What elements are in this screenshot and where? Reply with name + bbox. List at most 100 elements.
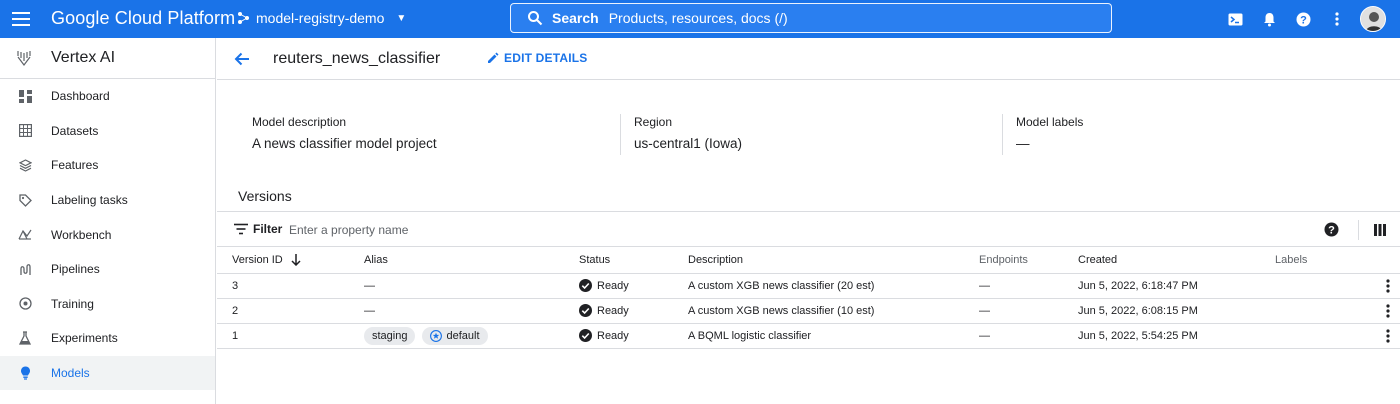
model-description-field: Model description A news classifier mode…: [252, 115, 437, 155]
more-vert-icon[interactable]: [1378, 301, 1398, 321]
status-cell: Ready: [579, 273, 688, 299]
top-app-bar: Google Cloud Platform model-registry-dem…: [0, 0, 1400, 38]
created-cell: Jun 5, 2022, 6:08:15 PM: [1078, 298, 1275, 324]
features-icon: [17, 157, 33, 173]
star-badge-icon: [430, 329, 443, 342]
sidebar-item-training[interactable]: Training: [0, 287, 215, 322]
chevron-down-icon: ▼: [396, 12, 407, 24]
alias-chip-default[interactable]: default: [422, 326, 488, 345]
filter-input[interactable]: [289, 221, 589, 239]
status-cell: Ready: [579, 323, 688, 349]
pipelines-icon: [17, 261, 33, 277]
status-text: Ready: [597, 304, 629, 317]
search-label: Search: [552, 10, 599, 26]
sidebar-title: Vertex AI: [51, 49, 116, 66]
divider: [1002, 114, 1003, 155]
alias-cell: —: [364, 273, 579, 299]
search-icon: [528, 11, 543, 26]
workbench-icon: [17, 227, 33, 243]
cloud-shell-icon[interactable]: [1218, 4, 1252, 34]
datasets-icon: [17, 123, 33, 139]
hamburger-menu-icon[interactable]: [12, 8, 34, 30]
version-id-cell[interactable]: 2: [217, 298, 364, 324]
sidebar-item-label: Experiments: [51, 331, 118, 346]
more-vert-icon[interactable]: [1378, 326, 1398, 346]
divider: [620, 114, 621, 155]
endpoints-cell: —: [979, 323, 1078, 349]
column-display-icon[interactable]: [1373, 223, 1387, 237]
page-header: reuters_news_classifier EDIT DETAILS: [217, 38, 1400, 80]
table-row[interactable]: 1 staging default Ready A BQML logistic c…: [217, 323, 1400, 349]
description-cell: A BQML logistic classifier: [688, 323, 979, 349]
status-text: Ready: [597, 329, 629, 342]
description-cell: A custom XGB news classifier (20 est): [688, 273, 979, 299]
main-content: reuters_news_classifier EDIT DETAILS Mod…: [217, 38, 1400, 404]
check-circle-icon: [579, 329, 592, 342]
sidebar-item-label: Labeling tasks: [51, 193, 128, 208]
region-label: Region: [634, 115, 673, 129]
version-id-cell[interactable]: 1: [217, 323, 364, 349]
version-id-cell[interactable]: 3: [217, 273, 364, 299]
arrow-down-icon[interactable]: [291, 253, 301, 266]
dashboard-icon: [17, 88, 33, 104]
more-vert-icon[interactable]: [1378, 276, 1398, 296]
sidebar-item-label: Training: [51, 296, 94, 311]
status-text: Ready: [597, 279, 629, 292]
column-header-created[interactable]: Created: [1078, 247, 1275, 274]
sidebar-item-label: Dashboard: [51, 89, 110, 104]
column-header-version-id[interactable]: Version ID: [217, 247, 364, 274]
model-description-label: Model description: [252, 115, 347, 129]
labels-cell: [1275, 273, 1350, 299]
alias-chip-label: staging: [372, 329, 408, 342]
page-title: reuters_news_classifier: [273, 50, 441, 67]
project-icon: [238, 12, 249, 24]
table-header-row: Version ID Alias Status Description Endp…: [217, 247, 1400, 274]
sidebar-item-workbench[interactable]: Workbench: [0, 217, 215, 252]
training-icon: [17, 296, 33, 312]
table-row[interactable]: 2 — Ready A custom XGB news classifier (…: [217, 298, 1400, 324]
model-description-value: A news classifier model project: [252, 136, 437, 151]
column-header-status[interactable]: Status: [579, 247, 688, 274]
back-arrow-icon[interactable]: [233, 50, 251, 68]
actions-cell: [1350, 273, 1400, 299]
sidebar-item-dashboard[interactable]: Dashboard: [0, 79, 215, 114]
brand-name[interactable]: Google Cloud Platform: [51, 8, 235, 29]
sidebar-item-pipelines[interactable]: Pipelines: [0, 252, 215, 287]
sidebar-item-datasets[interactable]: Datasets: [0, 114, 215, 149]
sidebar-item-labeling-tasks[interactable]: Labeling tasks: [0, 183, 215, 218]
labels-cell: [1275, 298, 1350, 324]
filter-bar: Filter ?: [217, 211, 1400, 247]
more-vert-icon[interactable]: [1320, 4, 1354, 34]
search-bar[interactable]: Search Products, resources, docs (/): [510, 3, 1112, 33]
column-header-alias[interactable]: Alias: [364, 247, 579, 274]
help-icon[interactable]: ?: [1324, 222, 1339, 237]
notifications-icon[interactable]: [1252, 4, 1286, 34]
endpoints-cell: —: [979, 273, 1078, 299]
created-cell: Jun 5, 2022, 6:18:47 PM: [1078, 273, 1275, 299]
experiments-icon: [17, 330, 33, 346]
versions-table: Version ID Alias Status Description Endp…: [217, 247, 1400, 349]
column-header-description[interactable]: Description: [688, 247, 979, 274]
sidebar-item-label: Workbench: [51, 227, 112, 242]
filter-icon[interactable]: [234, 223, 248, 235]
sidebar-item-label: Pipelines: [51, 262, 100, 277]
model-labels-label: Model labels: [1016, 115, 1084, 129]
vertex-ai-logo-icon: [17, 51, 31, 66]
table-row[interactable]: 3 — Ready A custom XGB news classifier (…: [217, 273, 1400, 299]
user-avatar[interactable]: [1360, 6, 1386, 32]
alias-chip-staging[interactable]: staging: [364, 326, 416, 345]
sidebar-item-features[interactable]: Features: [0, 148, 215, 183]
filter-label[interactable]: Filter: [253, 222, 282, 236]
region-field: Region us-central1 (Iowa): [634, 115, 742, 155]
column-header-endpoints: Endpoints: [979, 247, 1078, 274]
region-value: us-central1 (Iowa): [634, 136, 743, 151]
help-icon[interactable]: ?: [1286, 4, 1320, 34]
check-circle-icon: [579, 304, 592, 317]
sidebar-item-models[interactable]: Models: [0, 355, 215, 391]
sidebar-item-experiments[interactable]: Experiments: [0, 321, 215, 356]
endpoints-cell: —: [979, 298, 1078, 324]
project-selector[interactable]: model-registry-demo ▼: [236, 10, 406, 26]
edit-details-label: EDIT DETAILS: [504, 51, 588, 65]
edit-details-button[interactable]: EDIT DETAILS: [487, 51, 588, 65]
actions-cell: [1350, 323, 1400, 349]
